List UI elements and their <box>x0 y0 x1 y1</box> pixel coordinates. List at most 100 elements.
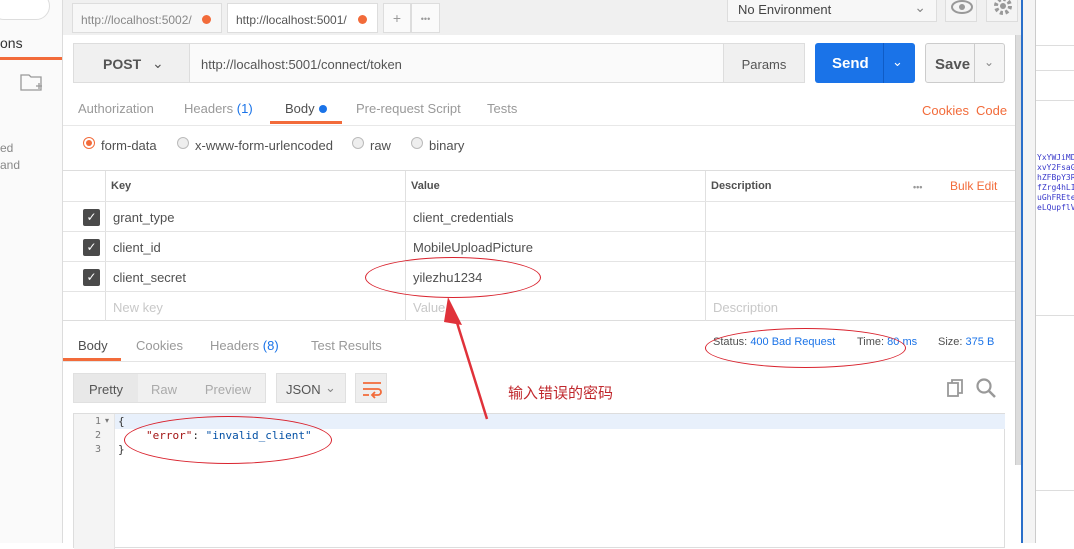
radio-icon <box>177 137 189 149</box>
save-split-divider <box>974 44 975 82</box>
more-options-icon[interactable]: ••• <box>913 182 922 192</box>
send-button[interactable]: Send ⌄ <box>815 43 915 83</box>
line-number: 2 <box>95 430 102 441</box>
eye-icon <box>951 0 973 14</box>
chevron-down-icon: ⌄ <box>325 380 336 395</box>
response-tab-body[interactable]: Body <box>78 338 108 353</box>
new-folder-icon[interactable] <box>20 72 46 92</box>
param-key[interactable]: client_id <box>113 240 161 255</box>
divider <box>1036 45 1074 46</box>
response-tab-test-results[interactable]: Test Results <box>311 338 382 353</box>
format-toggle: Pretty Raw Preview <box>73 373 266 403</box>
cookies-link[interactable]: Cookies <box>922 103 969 118</box>
more-tabs-button[interactable]: ••• <box>411 3 440 33</box>
copy-icon[interactable] <box>946 378 966 398</box>
request-tab-active[interactable]: http://localhost:5001/ <box>227 3 378 33</box>
response-tab-headers[interactable]: Headers (8) <box>210 338 279 353</box>
tab-body-label: Body <box>285 101 315 116</box>
sidebar-desc-line: and <box>0 158 21 172</box>
annotation-ellipse-error <box>124 416 332 464</box>
column-header-key: Key <box>111 180 132 192</box>
save-label: Save <box>935 56 971 73</box>
preview-button[interactable]: Preview <box>196 374 260 402</box>
language-select[interactable]: JSON ⌄ <box>276 373 346 403</box>
row-divider <box>63 231 1015 232</box>
param-key[interactable]: grant_type <box>113 210 174 225</box>
radio-label: x-www-form-urlencoded <box>195 138 333 153</box>
row-divider <box>63 261 1015 262</box>
column-divider <box>405 171 406 321</box>
send-label: Send <box>832 55 869 72</box>
sidebar-section-label[interactable]: ons <box>0 35 23 51</box>
row-divider <box>63 201 1015 202</box>
wrap-lines-icon <box>363 382 382 399</box>
sidebar-search-pill[interactable] <box>0 0 50 20</box>
request-tab-label: http://localhost:5002/ <box>81 13 192 27</box>
chevron-down-icon[interactable]: ⌄ <box>892 54 903 70</box>
chevron-down-icon[interactable]: ⌄ <box>984 55 994 69</box>
gear-icon <box>994 0 1012 15</box>
pretty-button[interactable]: Pretty <box>74 374 138 402</box>
row-divider <box>63 291 1015 292</box>
param-value[interactable]: client_credentials <box>413 210 513 225</box>
response-tab-cookies[interactable]: Cookies <box>136 338 183 353</box>
size-label: Size: <box>938 336 963 348</box>
sidebar-active-underline <box>0 57 62 60</box>
radio-label: binary <box>429 138 465 153</box>
annotation-ellipse-status <box>705 328 906 368</box>
language-label: JSON <box>286 382 321 397</box>
tab-headers-label: Headers <box>184 101 234 116</box>
code-line: } <box>118 443 125 456</box>
annotation-note: 输入错误的密码 <box>508 384 614 402</box>
column-header-description: Description <box>711 180 772 192</box>
divider <box>1036 315 1074 316</box>
raw-button[interactable]: Raw <box>138 374 190 402</box>
search-icon[interactable] <box>975 377 997 399</box>
url-input[interactable]: http://localhost:5001/connect/token <box>189 43 724 83</box>
background-window-content: YxYWJiMD xvY2FsaG hZFBpY3R fZrg4hLI uGhF… <box>1035 0 1074 543</box>
request-tab[interactable]: http://localhost:5002/ <box>72 3 222 33</box>
fold-arrow-icon[interactable]: ▾ <box>105 416 109 425</box>
param-key[interactable]: client_secret <box>113 270 186 285</box>
divider <box>1036 490 1074 491</box>
row-checkbox[interactable]: ✓ <box>83 239 100 256</box>
divider <box>1036 100 1074 101</box>
add-tab-button[interactable]: + <box>383 3 411 33</box>
headers-count: (1) <box>236 101 253 116</box>
new-description-input[interactable]: Description <box>713 300 778 315</box>
manage-environments-button[interactable] <box>986 0 1018 22</box>
wrap-lines-button[interactable] <box>355 373 387 403</box>
active-tab-underline <box>270 121 342 124</box>
code-link[interactable]: Code <box>976 103 1007 118</box>
environment-quick-look-button[interactable] <box>945 0 977 22</box>
method-select[interactable]: POST ⌄ <box>73 43 190 83</box>
line-number: 1 <box>95 416 102 427</box>
row-checkbox[interactable]: ✓ <box>83 269 100 286</box>
row-checkbox[interactable]: ✓ <box>83 209 100 226</box>
tab-authorization[interactable]: Authorization <box>78 101 154 116</box>
param-value[interactable]: MobileUploadPicture <box>413 240 533 255</box>
params-button[interactable]: Params <box>723 43 805 83</box>
column-divider <box>105 171 106 321</box>
sidebar-desc-line: ed <box>0 141 14 155</box>
tab-headers[interactable]: Headers (1) <box>184 101 253 116</box>
background-window-strip: YxYWJiMD xvY2FsaG hZFBpY3R fZrg4hLI uGhF… <box>1021 0 1074 543</box>
environment-select[interactable]: No Environment ⌄ <box>727 0 937 22</box>
annotation-ellipse-password <box>365 257 541 298</box>
tab-body[interactable]: Body <box>285 101 327 116</box>
chevron-down-icon: ⌄ <box>914 0 926 15</box>
code-line: { <box>118 415 125 428</box>
unsaved-dot-icon <box>358 15 367 24</box>
bulk-edit-link[interactable]: Bulk Edit <box>950 179 997 193</box>
sidebar-description: ed and <box>0 140 20 174</box>
new-key-input[interactable]: New key <box>113 300 163 315</box>
send-split-divider <box>883 43 884 83</box>
background-window-text: YxYWJiMD xvY2FsaG hZFBpY3R fZrg4hLI uGhF… <box>1037 153 1074 212</box>
save-button[interactable]: Save ⌄ <box>925 43 1005 83</box>
tab-tests[interactable]: Tests <box>487 101 517 116</box>
environment-label: No Environment <box>738 2 832 17</box>
response-headers-count: (8) <box>262 338 279 353</box>
column-header-value: Value <box>411 180 440 192</box>
radio-icon <box>352 137 364 149</box>
tab-prerequest-script[interactable]: Pre-request Script <box>356 101 461 116</box>
